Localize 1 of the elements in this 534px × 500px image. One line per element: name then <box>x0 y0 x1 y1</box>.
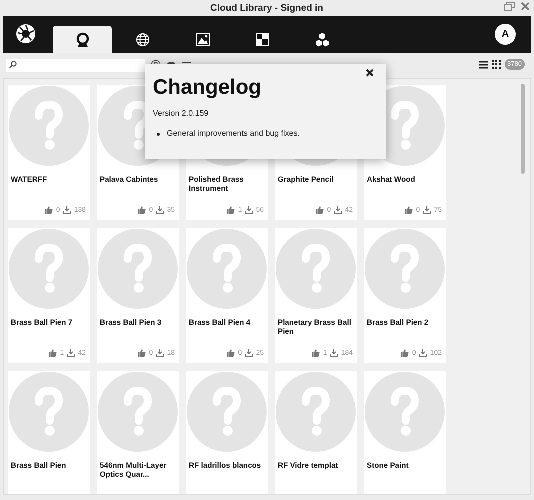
window-title: Cloud Library - Signed in <box>210 2 324 14</box>
